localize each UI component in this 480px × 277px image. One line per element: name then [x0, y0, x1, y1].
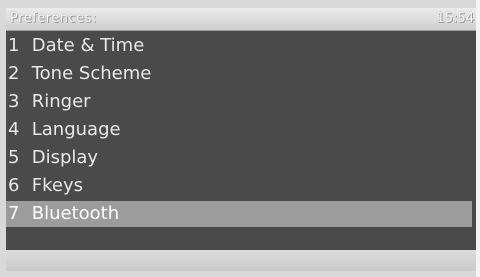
menu-item-label: Language — [31, 119, 121, 140]
menu-item-number: 7 — [8, 203, 20, 224]
menu-item-label: Ringer — [31, 91, 91, 112]
menu-item-language[interactable]: 4 Language — [6, 117, 472, 143]
menu-item-label: Date & Time — [31, 35, 145, 56]
menu-item-label: Fkeys — [31, 175, 83, 196]
menu-item-label: Tone Scheme — [31, 63, 152, 84]
clock: 15:54 — [436, 11, 474, 26]
screen-bezel — [476, 0, 480, 277]
menu-item-date-time[interactable]: 1 Date & Time — [6, 33, 472, 59]
menu-item-number: 4 — [8, 119, 20, 140]
menu-item-number: 2 — [8, 63, 20, 84]
menu-item-bluetooth[interactable]: 7 Bluetooth — [6, 201, 472, 227]
menu-item-display[interactable]: 5 Display — [6, 145, 472, 171]
menu-item-number: 6 — [8, 175, 20, 196]
menu-item-number: 5 — [8, 147, 20, 168]
screen-title: Preferences: — [10, 11, 97, 26]
title-bar: Preferences: 15:54 — [6, 8, 476, 31]
menu-item-tone-scheme[interactable]: 2 Tone Scheme — [6, 61, 472, 87]
menu-item-label: Display — [31, 147, 99, 168]
phone-screen: Preferences: 15:54 1 Date & Time 2 Tone … — [0, 0, 480, 277]
menu-item-number: 1 — [8, 35, 20, 56]
menu-item-label: Bluetooth — [31, 203, 120, 224]
menu-item-ringer[interactable]: 3 Ringer — [6, 89, 472, 115]
menu-item-fkeys[interactable]: 6 Fkeys — [6, 173, 472, 199]
menu-item-number: 3 — [8, 91, 20, 112]
preferences-menu: 1 Date & Time 2 Tone Scheme 3 Ringer 4 L… — [6, 31, 476, 250]
softkey-bar — [6, 250, 476, 271]
